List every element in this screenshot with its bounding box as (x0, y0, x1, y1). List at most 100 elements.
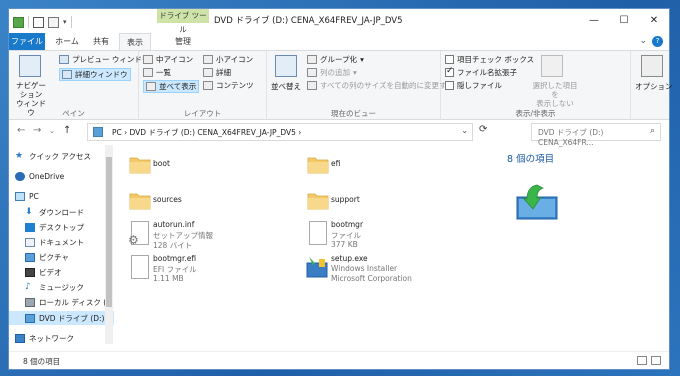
nav-item-dvd-drive[interactable]: DVD ドライブ (D:) C (9, 311, 114, 325)
scrollbar-thumb[interactable] (106, 157, 112, 307)
fit-columns-button[interactable]: すべての列のサイズを自動的に変更する (307, 80, 454, 91)
item-checkboxes-toggle[interactable]: 項目チェック ボックス (445, 54, 534, 65)
maximize-button[interactable]: ☐ (609, 9, 639, 33)
layout-content[interactable]: コンテンツ (203, 80, 254, 91)
breadcrumb[interactable]: PC › DVD ドライブ (D:) CENA_X64FREV_JA-JP_DV… (112, 127, 301, 138)
preview-pane-button[interactable]: プレビュー ウィンドウ (59, 54, 149, 65)
nav-item-downloads[interactable]: ⬇ ダウンロード (9, 205, 114, 219)
group-by-icon (307, 55, 317, 64)
checkbox[interactable] (445, 66, 454, 77)
minimize-button[interactable]: — (579, 9, 609, 33)
nav-item-documents[interactable]: ドキュメント (9, 235, 114, 249)
show-hide-group-label: 表示/非表示 (515, 109, 556, 118)
hidden-items-toggle[interactable]: 隠しファイル (445, 80, 502, 91)
list-item[interactable]: efi (297, 149, 467, 183)
list-item[interactable]: bootmgr.efi EFI ファイル 1.11 MB (119, 253, 289, 287)
tab-file[interactable]: ファイル (9, 33, 45, 50)
divider (28, 16, 29, 28)
current-view-group: 並べ替え グループ化 ▾ 列の追加 ▾ すべての列のサイズを自動的に変更する 現在の… (267, 51, 454, 121)
hide-selected-button[interactable]: 選択した項目を 表示しない (529, 81, 581, 108)
chevron-down-icon: ▾ (353, 68, 357, 77)
search-input[interactable]: DVD ドライブ (D:) CENA_X64FR... ⌕ (531, 123, 661, 147)
nav-item-videos[interactable]: ビデオ (9, 265, 114, 279)
refresh-icon[interactable]: ⟳ (479, 124, 487, 135)
chevron-down-icon[interactable]: ⌄ (639, 36, 647, 46)
layout-medium-icons[interactable]: 中アイコン (143, 54, 193, 65)
tab-home[interactable]: ホーム (51, 33, 83, 50)
nav-item-pc[interactable]: PC (9, 189, 114, 203)
back-arrow-icon[interactable]: ← (17, 125, 25, 136)
nav-item-label: クイック アクセス (29, 151, 92, 161)
forward-arrow-icon[interactable]: → (33, 125, 41, 136)
recent-locations-chevron-icon[interactable]: ⌄ (49, 127, 55, 135)
list-item[interactable]: support (297, 185, 467, 219)
document-icon (25, 237, 35, 247)
fit-columns-label: すべての列のサイズを自動的に変更する (320, 81, 454, 90)
desktop-icon (25, 222, 35, 232)
layout-item-label: 小アイコン (216, 55, 254, 64)
pane-group: ナビゲーション ウィンドウ プレビュー ウィンドウ 詳細ウィンドウ ペイン (9, 51, 149, 121)
layout-list[interactable]: 一覧 (143, 67, 171, 78)
group-by-label: グループ化 (320, 55, 358, 64)
tab-manage[interactable]: 管理 (157, 33, 209, 50)
details-pane-button[interactable]: 詳細ウィンドウ (59, 68, 131, 81)
list-item[interactable]: bootmgr ファイル 377 KB (297, 219, 467, 253)
nav-item-label: PC (29, 191, 39, 201)
path-history-chevron-icon[interactable]: ⌄ (461, 126, 468, 135)
help-icon[interactable]: ? (652, 36, 663, 47)
layout-item-label: 詳細 (216, 68, 231, 77)
show-hide-group: 項目チェック ボックス ファイル名拡張子 隠しファイル 選択した項目を 表示しな… (441, 51, 631, 121)
nav-scrollbar[interactable] (105, 145, 113, 344)
nav-item-local-disk[interactable]: ローカル ディスク (C:) (9, 295, 114, 309)
nav-item-pictures[interactable]: ピクチャ (9, 250, 114, 264)
checkbox[interactable] (445, 55, 454, 64)
add-column-button[interactable]: 列の追加 ▾ (307, 67, 357, 78)
details-icon (203, 68, 213, 77)
search-icon[interactable]: ⌕ (650, 126, 655, 136)
list-item[interactable]: boot (119, 149, 289, 183)
tab-share[interactable]: 共有 (87, 33, 115, 50)
list-item[interactable]: setup.exe Windows Installer Microsoft Co… (297, 253, 467, 287)
nav-item-label: ピクチャ (39, 252, 69, 262)
music-icon: ♪ (25, 281, 31, 292)
list-item[interactable]: ⚙ autorun.inf セットアップ情報 128 バイト (119, 219, 289, 253)
list-icon (143, 68, 153, 77)
properties-icon[interactable] (33, 16, 44, 28)
file-name: autorun.inf (153, 220, 195, 229)
nav-item-quick-access[interactable]: ★ クイック アクセス (9, 149, 114, 163)
nav-item-desktop[interactable]: デスクトップ (9, 220, 114, 234)
options-button[interactable]: オプション (635, 81, 673, 92)
dvd-drive-icon (93, 127, 103, 137)
tab-view[interactable]: 表示 (119, 33, 151, 50)
nav-item-label: ビデオ (39, 267, 62, 277)
file-extensions-toggle[interactable]: ファイル名拡張子 (445, 66, 517, 78)
close-button[interactable]: ✕ (639, 9, 669, 33)
large-icons-view-icon[interactable] (651, 356, 661, 365)
network-icon (15, 333, 25, 343)
details-view-icon[interactable] (637, 356, 647, 365)
nav-item-music[interactable]: ♪ ミュージック (9, 280, 114, 294)
sort-button[interactable]: 並べ替え (271, 81, 301, 92)
layout-tiles[interactable]: 並べて表示 (143, 80, 200, 93)
nav-item-network[interactable]: ネットワーク (9, 331, 114, 345)
checkbox[interactable] (445, 81, 454, 90)
up-arrow-icon[interactable]: ↑ (63, 125, 71, 136)
folder-icon (307, 157, 329, 174)
setup-info-icon: ⚙ (128, 221, 149, 247)
dvd-drive-large-icon (516, 184, 558, 220)
pc-icon (15, 191, 25, 201)
path-box[interactable]: PC › DVD ドライブ (D:) CENA_X64FREV_JA-JP_DV… (87, 123, 473, 141)
nav-item-label: OneDrive (29, 171, 65, 181)
customize-toolbar-chevron-icon[interactable]: ▾ (63, 18, 67, 26)
file-name: bootmgr.efi (153, 254, 197, 263)
layout-details[interactable]: 詳細 (203, 67, 231, 78)
explorer-app-icon (13, 16, 24, 28)
new-folder-icon[interactable] (48, 16, 59, 28)
layout-item-label: コンテンツ (216, 81, 254, 90)
list-item[interactable]: sources (119, 185, 289, 219)
group-by-button[interactable]: グループ化 ▾ (307, 54, 364, 65)
nav-item-onedrive[interactable]: OneDrive (9, 169, 114, 183)
nav-item-label: デスクトップ (39, 222, 84, 232)
layout-small-icons[interactable]: 小アイコン (203, 54, 253, 65)
installer-icon (306, 257, 328, 278)
